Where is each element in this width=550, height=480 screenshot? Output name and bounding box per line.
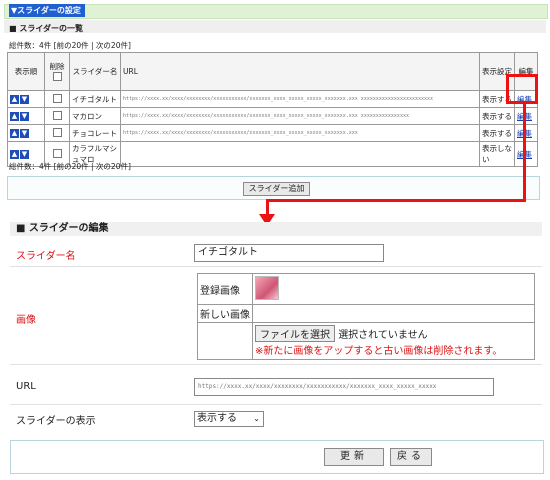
slider-table: 表示順 削除 スライダー名 URL 表示設定 編集 ▲ ▼ イチゴタルト http… [7,52,538,167]
divider [10,364,542,365]
divider [10,266,542,267]
table-header: 表示順 削除 スライダー名 URL 表示設定 編集 [7,52,538,91]
list-title-bar [4,20,546,33]
edit-link-highlight [506,74,538,104]
row-url: https://xxxx.xx/xxxx/xxxxxxxx/xxxxxxxxxx… [120,124,480,142]
col-url: URL [120,52,480,91]
pagination-text-bottom: 総件数：4件 [前の20件 | 次の20件] [9,162,131,171]
registered-image-thumbnail[interactable] [255,275,279,300]
row-name: チョコレート [69,124,121,142]
new-image-label: 新しい画像 [197,304,253,323]
move-down-icon[interactable]: ▼ [20,95,29,104]
back-button[interactable]: 戻る [390,448,432,466]
col-name: スライダー名 [69,52,121,91]
col-order: 表示順 [7,52,45,91]
section-title[interactable]: ▼スライダーの設定 [9,4,85,17]
table-row: ▲ ▼ マカロン https://xxxx.xx/xxxx/xxxxxxxx/xx… [7,107,538,125]
url-label: URL [16,381,36,392]
move-down-icon[interactable]: ▼ [20,112,29,121]
delete-checkbox[interactable] [52,148,62,158]
move-down-icon[interactable]: ▼ [20,129,29,138]
file-select-button[interactable]: ファイルを選択 [255,325,335,342]
file-status-text: 選択されていません [338,330,428,341]
display-label: スライダーの表示 [16,416,96,427]
display-select[interactable]: 表示する ⌄ [194,411,264,427]
move-up-icon[interactable]: ▲ [10,129,19,138]
registered-image-label: 登録画像 [197,273,253,305]
image-warning-text: ※新たに画像をアップすると古い画像は削除されます。 [255,346,503,357]
display-select-value: 表示する [197,413,237,424]
row-name: イチゴタルト [69,90,121,108]
select-all-checkbox[interactable] [52,71,62,81]
annotation-line [266,199,526,202]
move-down-icon[interactable]: ▼ [20,150,29,159]
col-delete-label: 削除 [49,61,65,71]
image-table: 登録画像 新しい画像 ファイルを選択 選択されていません ※新たに画像をアップす… [197,273,535,360]
list-title: ■ スライダーの一覧 [9,24,84,33]
row-display: 表示する [479,124,515,142]
chevron-down-icon: ⌄ [253,414,260,423]
add-slider-button[interactable]: スライダー追加 [243,182,310,196]
name-input[interactable]: イチゴタルト [194,244,384,262]
move-up-icon[interactable]: ▲ [10,95,19,104]
update-button[interactable]: 更新 [324,448,384,466]
add-slider-box: スライダー追加 [7,176,540,200]
image-label: 画像 [16,315,36,326]
url-input[interactable]: https://xxxx.xx/xxxx/xxxxxxxx/xxxxxxxxxx… [194,378,494,396]
table-row: ▲ ▼ イチゴタルト https://xxxx.xx/xxxx/xxxxxxxx/… [7,90,538,108]
section-header-bar [4,4,548,19]
row-display: 表示する [479,107,515,125]
annotation-line [523,104,526,202]
divider [10,404,542,405]
col-delete: 削除 [44,52,70,91]
row-url: https://xxxx.xx/xxxx/xxxxxxxx/xxxxxxxxxx… [120,90,480,108]
row-url: https://xxxx.xx/xxxx/xxxxxxxx/xxxxxxxxxx… [120,107,480,125]
row-url [120,141,480,167]
delete-checkbox[interactable] [52,127,62,137]
move-up-icon[interactable]: ▲ [10,112,19,121]
annotation-line [266,199,269,215]
row-name: マカロン [69,107,121,125]
row-display: 表示しない [479,141,515,167]
edit-section-title: ■ スライダーの編集 [10,222,542,236]
form-footer: 更新 戻る [10,440,544,474]
delete-checkbox[interactable] [52,110,62,120]
move-up-icon[interactable]: ▲ [10,150,19,159]
name-label: スライダー名 [16,251,76,262]
pagination-text: 総件数：4件 [前の20件 | 次の20件] [9,41,131,50]
delete-checkbox[interactable] [52,93,62,103]
table-row: ▲ ▼ チョコレート https://xxxx.xx/xxxx/xxxxxxxx/… [7,124,538,142]
